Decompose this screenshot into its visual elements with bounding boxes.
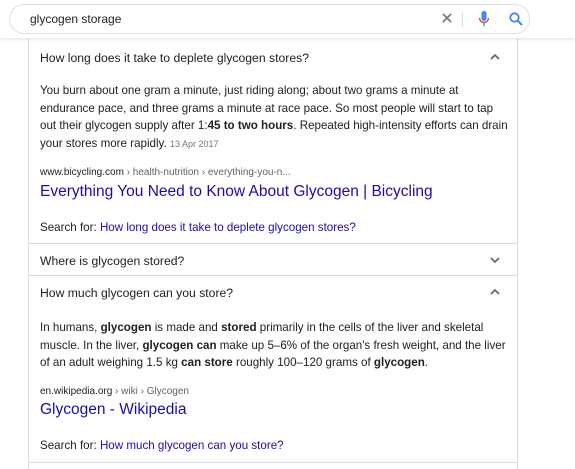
- search-input[interactable]: glycogen storage: [30, 12, 121, 26]
- answer-highlight: glycogen can: [142, 338, 217, 352]
- chevron-up-icon[interactable]: [489, 287, 501, 297]
- divider: [29, 462, 517, 463]
- cite-path: › wiki › Glycogen: [112, 386, 189, 397]
- chevron-up-icon[interactable]: [489, 52, 501, 62]
- search-box[interactable]: glycogen storage: [9, 4, 530, 34]
- search-for-label: Search for:: [40, 439, 100, 452]
- search-for-link[interactable]: How much glycogen can you store?: [100, 439, 284, 452]
- answer-highlight: glycogen: [100, 321, 152, 334]
- answer-highlight: stored: [221, 321, 257, 334]
- divider: [29, 243, 517, 244]
- answer-snippet: In humans, glycogen is made and stored p…: [40, 321, 506, 369]
- question-text: How long does it take to deplete glycoge…: [40, 51, 309, 65]
- divider: [29, 275, 517, 276]
- result-title-link[interactable]: Everything You Need to Know About Glycog…: [40, 183, 433, 201]
- question-row-how-much[interactable]: How much glycogen can you store?: [29, 277, 517, 307]
- answer-highlight: glycogen: [373, 356, 425, 369]
- close-icon[interactable]: [439, 10, 455, 26]
- result-title-link[interactable]: Glycogen - Wikipedia: [40, 401, 186, 419]
- cite-domain: en.wikipedia.org: [40, 386, 113, 397]
- search-for-label: Search for:: [40, 221, 100, 234]
- cite-path: › health-nutrition › everything-you-n...: [123, 167, 291, 178]
- answer-snippet: You burn about one gram a minute, just r…: [40, 84, 508, 150]
- answer-highlight: 45 to two hours: [207, 119, 294, 132]
- cite-domain: www.bicycling.com: [40, 167, 124, 178]
- divider: [462, 12, 463, 27]
- search-for-link[interactable]: How long does it take to deplete glycoge…: [100, 221, 356, 234]
- result-cite: www.bicycling.com › health-nutrition › e…: [40, 167, 291, 178]
- question-text: How much glycogen can you store?: [40, 286, 234, 300]
- search-header: glycogen storage: [0, 0, 575, 38]
- chevron-down-icon[interactable]: [489, 255, 501, 265]
- answer-date: 13 Apr 2017: [169, 138, 219, 149]
- question-row-deplete[interactable]: How long does it take to deplete glycoge…: [29, 42, 517, 72]
- microphone-icon[interactable]: [477, 10, 491, 28]
- search-for: Search for: How long does it take to dep…: [40, 221, 356, 234]
- result-cite: en.wikipedia.org › wiki › Glycogen: [40, 386, 189, 397]
- question-row-where[interactable]: Where is glycogen stored?: [29, 245, 517, 275]
- search-icon[interactable]: [508, 11, 524, 27]
- search-for: Search for: How much glycogen can you st…: [40, 439, 284, 452]
- answer-highlight: can store: [181, 356, 233, 369]
- question-text: Where is glycogen stored?: [40, 254, 185, 268]
